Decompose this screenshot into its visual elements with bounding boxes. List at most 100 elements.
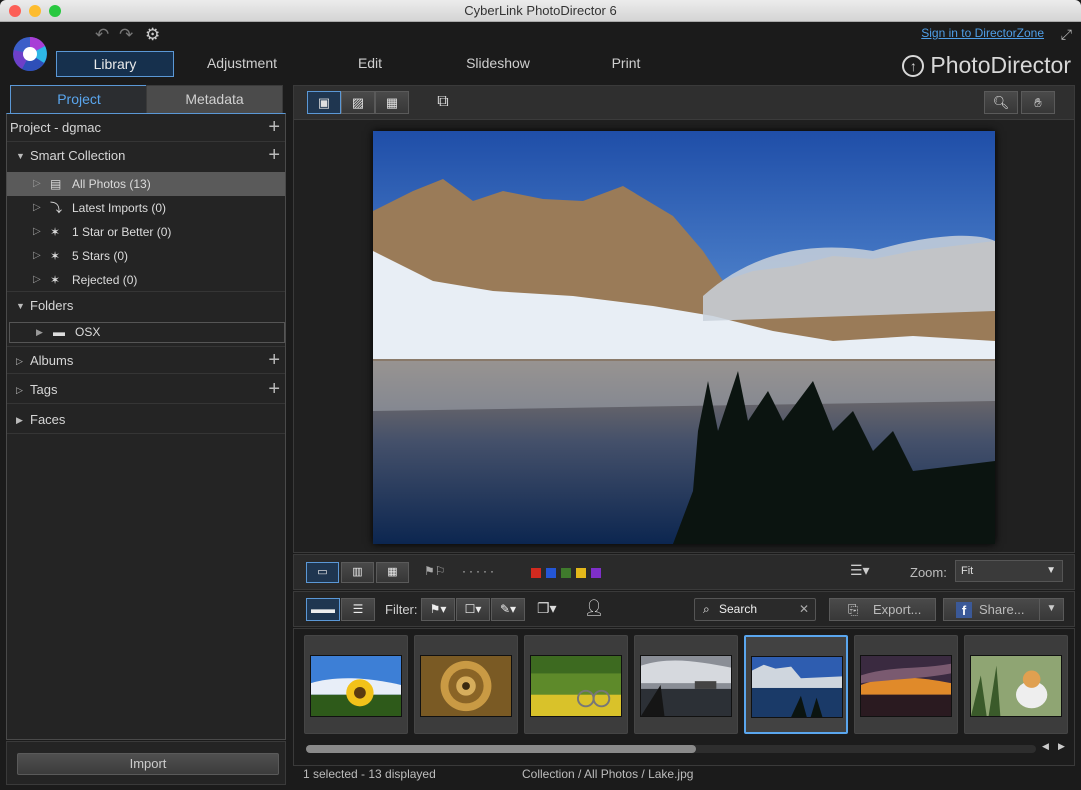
magnifier-icon[interactable]: 🔍︎	[984, 91, 1018, 114]
grid-view-icon[interactable]: ▦	[375, 91, 409, 114]
expand-triangle-icon[interactable]: ▷	[16, 376, 23, 404]
list-view-icon[interactable]: ☰	[341, 598, 375, 621]
expand-triangle-icon[interactable]: ▶	[36, 323, 43, 342]
tab-slideshow[interactable]: Slideshow	[439, 51, 557, 77]
color-label-blue[interactable]	[546, 568, 556, 578]
facebook-icon: f	[956, 602, 972, 618]
thumbnail-grid-icon[interactable]: ▦	[376, 562, 409, 583]
expand-triangle-icon[interactable]: ▶	[16, 406, 23, 434]
tab-library[interactable]: Library	[56, 51, 174, 77]
viewer-toolbar: ▣ ▨ ▦ ⧉ 🔍︎ ✋︎	[294, 86, 1074, 120]
add-smart-collection-icon[interactable]: +	[268, 142, 280, 168]
label-filter-icon[interactable]: ☐▾	[456, 598, 490, 621]
minimize-window-icon[interactable]	[29, 5, 41, 17]
tab-edit[interactable]: Edit	[311, 51, 429, 77]
smart-item-1-star[interactable]: ▷ ✶ 1 Star or Better (0)	[7, 220, 285, 244]
stack-icon[interactable]: ❐▾	[537, 600, 557, 617]
faces-row[interactable]: ▶ Faces	[7, 406, 285, 434]
redo-icon[interactable]: ↷	[119, 25, 133, 45]
app-logo-icon	[13, 37, 47, 71]
upload-circle-icon[interactable]: ↑	[902, 54, 925, 77]
search-input[interactable]: ⌕ Search ✕	[694, 598, 816, 621]
filter-label: Filter:	[385, 602, 418, 617]
filmstrip-scrollbar[interactable]	[306, 745, 1036, 753]
collapse-triangle-icon[interactable]: ▼	[16, 142, 25, 170]
thumbnail-lake[interactable]	[744, 635, 848, 734]
collection-icon: ▤	[50, 177, 62, 191]
thumbnail-sunset[interactable]	[854, 635, 958, 734]
smart-collection-row[interactable]: ▼ Smart Collection +	[7, 142, 285, 170]
viewer-filmstrip-icon[interactable]: ▥	[341, 562, 374, 583]
undo-icon[interactable]: ↶	[95, 25, 109, 45]
thumbnail-pier[interactable]	[634, 635, 738, 734]
folders-row[interactable]: ▼ Folders	[7, 292, 285, 320]
add-person-icon[interactable]: 👤︎	[584, 598, 604, 618]
albums-label: Albums	[30, 353, 74, 368]
smart-item-rejected[interactable]: ▷ ✶ Rejected (0)	[7, 268, 285, 292]
filmstrip-view-icon[interactable]: ▬▬	[306, 598, 340, 621]
clear-search-icon[interactable]: ✕	[799, 599, 809, 620]
color-label-purple[interactable]	[591, 568, 601, 578]
flag-icon[interactable]: ⚑⚐	[424, 564, 446, 578]
single-view-icon[interactable]: ▣	[307, 91, 341, 114]
app-window: CyberLink PhotoDirector 6 ↶ ↷ ⚙ Library …	[0, 0, 1081, 790]
second-display-icon[interactable]: ⧉	[426, 91, 460, 114]
expand-triangle-icon[interactable]: ▷	[16, 347, 23, 375]
expand-triangle-icon[interactable]: ▷	[33, 244, 41, 268]
export-label: Export...	[873, 602, 922, 617]
sort-menu-icon[interactable]: ☰▾	[850, 562, 870, 579]
fullscreen-icon[interactable]: ⤢	[1061, 26, 1072, 43]
share-button[interactable]: f Share... ▼	[943, 598, 1064, 621]
viewer-only-icon[interactable]: ▭	[306, 562, 339, 583]
expand-triangle-icon[interactable]: ▷	[33, 196, 41, 220]
main-photo	[373, 131, 995, 544]
scrollbar-thumb[interactable]	[306, 745, 696, 753]
thumbnail-sunflower[interactable]	[304, 635, 408, 734]
compare-view-icon[interactable]: ▨	[341, 91, 375, 114]
close-window-icon[interactable]	[9, 5, 21, 17]
tags-row[interactable]: ▷ Tags +	[7, 376, 285, 404]
folder-item-osx[interactable]: ▶ ▬ OSX	[9, 322, 285, 343]
import-button[interactable]: Import	[17, 753, 279, 775]
add-tag-icon[interactable]: +	[268, 376, 280, 402]
share-dropdown-icon[interactable]: ▼	[1039, 598, 1063, 621]
add-album-icon[interactable]: +	[268, 347, 280, 373]
edited-filter-icon[interactable]: ✎▾	[491, 598, 525, 621]
export-button[interactable]: ⎘ Export...	[829, 598, 936, 621]
thumbnail-image	[751, 656, 843, 718]
scroll-right-icon[interactable]: ▶	[1058, 741, 1065, 752]
smart-item-latest-imports[interactable]: ▷ ⤵ Latest Imports (0)	[7, 196, 285, 220]
color-label-red[interactable]	[531, 568, 541, 578]
expand-triangle-icon[interactable]: ▷	[33, 268, 41, 292]
thumbnail-image	[860, 655, 952, 717]
smart-item-5-stars[interactable]: ▷ ✶ 5 Stars (0)	[7, 244, 285, 268]
thumbnail-cat[interactable]	[964, 635, 1068, 734]
tab-project[interactable]: Project	[10, 85, 148, 114]
color-label-yellow[interactable]	[576, 568, 586, 578]
zoom-select[interactable]: Fit ▼	[955, 560, 1063, 582]
status-bar: 1 selected - 13 displayed Collection / A…	[293, 766, 1075, 790]
smart-item-all-photos[interactable]: ▷ ▤ All Photos (13)	[7, 172, 285, 196]
zoom-window-icon[interactable]	[49, 5, 61, 17]
project-row[interactable]: Project - dgmac +	[7, 114, 285, 142]
flag-filter-icon[interactable]: ⚑▾	[421, 598, 455, 621]
tab-print[interactable]: Print	[567, 51, 685, 77]
smart-item-label: Latest Imports (0)	[72, 201, 167, 215]
albums-row[interactable]: ▷ Albums +	[7, 346, 285, 374]
hand-pan-icon[interactable]: ✋︎	[1021, 91, 1055, 114]
thumbnail-spiral[interactable]	[414, 635, 518, 734]
smart-item-label: 1 Star or Better (0)	[72, 225, 172, 239]
thumbnail-bicycle[interactable]	[524, 635, 628, 734]
color-label-green[interactable]	[561, 568, 571, 578]
settings-gear-icon[interactable]: ⚙	[145, 25, 160, 45]
tab-metadata[interactable]: Metadata	[146, 85, 283, 114]
window-title: CyberLink PhotoDirector 6	[464, 3, 617, 18]
tab-adjustment[interactable]: Adjustment	[183, 51, 301, 77]
scroll-left-icon[interactable]: ◀	[1042, 741, 1049, 752]
sign-in-link[interactable]: Sign in to DirectorZone	[921, 26, 1044, 40]
expand-triangle-icon[interactable]: ▷	[33, 172, 41, 196]
expand-triangle-icon[interactable]: ▷	[33, 220, 41, 244]
collapse-triangle-icon[interactable]: ▼	[16, 292, 25, 320]
star-rating-dots-icon[interactable]: ·····	[462, 564, 497, 578]
add-project-icon[interactable]: +	[268, 114, 280, 140]
